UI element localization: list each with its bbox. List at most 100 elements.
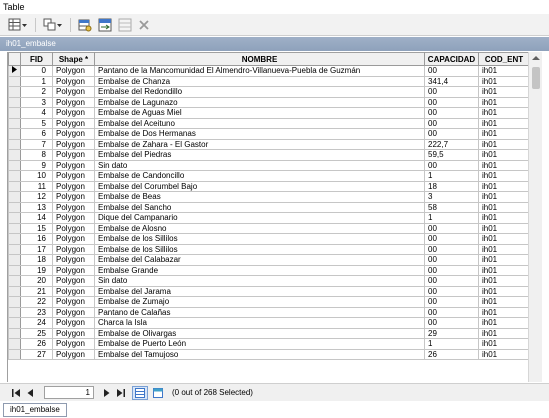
column-header-capacidad[interactable]: CAPACIDAD (424, 52, 479, 66)
cell-nombre[interactable]: Embalse del Calabazar (94, 254, 425, 266)
table-row[interactable]: 3 Polygon Embalse de Lagunazo 00 ih01 (8, 96, 528, 108)
cell-shape[interactable]: Polygon (52, 317, 95, 329)
cell-cod-ent[interactable]: ih01 (478, 180, 528, 192)
cell-fid[interactable]: 17 (20, 243, 53, 255)
vertical-scrollbar[interactable] (528, 52, 542, 382)
row-selector[interactable] (8, 191, 21, 203)
column-header-cod-ent[interactable]: COD_ENT (478, 52, 528, 66)
table-row[interactable]: 21 Polygon Embalse del Jarama 00 ih01 (8, 285, 528, 297)
cell-cod-ent[interactable]: ih01 (478, 65, 528, 77)
cell-nombre[interactable]: Embalse de Zahara - El Gastor (94, 138, 425, 150)
row-selector[interactable] (8, 327, 21, 339)
first-record-icon[interactable] (10, 386, 22, 400)
cell-fid[interactable]: 18 (20, 254, 53, 266)
cell-fid[interactable]: 12 (20, 191, 53, 203)
cell-shape[interactable]: Polygon (52, 86, 95, 98)
cell-capacidad[interactable]: 00 (424, 96, 479, 108)
cell-capacidad[interactable]: 1 (424, 338, 479, 350)
cell-shape[interactable]: Polygon (52, 285, 95, 297)
table-row[interactable]: 10 Polygon Embalse de Candoncillo 1 ih01 (8, 170, 528, 182)
cell-shape[interactable]: Polygon (52, 275, 95, 287)
table-tab-header[interactable]: ih01_embalse (0, 37, 549, 51)
cell-cod-ent[interactable]: ih01 (478, 275, 528, 287)
cell-fid[interactable]: 3 (20, 96, 53, 108)
row-selector[interactable] (8, 317, 21, 329)
cell-shape[interactable]: Polygon (52, 170, 95, 182)
cell-capacidad[interactable]: 00 (424, 264, 479, 276)
cell-fid[interactable]: 6 (20, 128, 53, 140)
cell-capacidad[interactable]: 00 (424, 128, 479, 140)
select-by-attributes-icon[interactable] (76, 17, 94, 33)
cell-shape[interactable]: Polygon (52, 107, 95, 119)
cell-capacidad[interactable]: 00 (424, 275, 479, 287)
cell-shape[interactable]: Polygon (52, 254, 95, 266)
cell-capacidad[interactable]: 00 (424, 306, 479, 318)
cell-nombre[interactable]: Embalse del Corumbel Bajo (94, 180, 425, 192)
cell-cod-ent[interactable]: ih01 (478, 296, 528, 308)
table-row[interactable]: 17 Polygon Embalse de los Sillilos 00 ih01 (8, 243, 528, 255)
cell-nombre[interactable]: Embalse de los Sillilos (94, 233, 425, 245)
cell-nombre[interactable]: Sin dato (94, 159, 425, 171)
row-selector[interactable] (8, 86, 21, 98)
table-row[interactable]: 11 Polygon Embalse del Corumbel Bajo 18 ih01 (8, 180, 528, 192)
cell-capacidad[interactable]: 00 (424, 107, 479, 119)
table-row[interactable]: 5 Polygon Embalse del Aceituno 00 ih01 (8, 117, 528, 129)
table-row[interactable]: 2 Polygon Embalse del Redondillo 00 ih01 (8, 86, 528, 98)
related-tables-icon[interactable] (41, 17, 65, 33)
cell-fid[interactable]: 9 (20, 159, 53, 171)
cell-capacidad[interactable]: 00 (424, 254, 479, 266)
cell-shape[interactable]: Polygon (52, 191, 95, 203)
next-record-icon[interactable] (100, 386, 112, 400)
cell-nombre[interactable]: Pantano de Calañas (94, 306, 425, 318)
scrollbar-thumb[interactable] (532, 67, 540, 89)
cell-nombre[interactable]: Embalse de Olivargas (94, 327, 425, 339)
cell-cod-ent[interactable]: ih01 (478, 170, 528, 182)
cell-capacidad[interactable]: 222,7 (424, 138, 479, 150)
cell-fid[interactable]: 25 (20, 327, 53, 339)
clear-selection-icon[interactable] (116, 17, 134, 33)
cell-shape[interactable]: Polygon (52, 149, 95, 161)
row-selector[interactable] (8, 170, 21, 182)
table-row[interactable]: 4 Polygon Embalse de Aguas Miel 00 ih01 (8, 107, 528, 119)
cell-fid[interactable]: 21 (20, 285, 53, 297)
cell-cod-ent[interactable]: ih01 (478, 264, 528, 276)
row-selector[interactable] (8, 243, 21, 255)
row-selector[interactable] (8, 138, 21, 150)
cell-capacidad[interactable]: 1 (424, 212, 479, 224)
cell-fid[interactable]: 5 (20, 117, 53, 129)
cell-capacidad[interactable]: 26 (424, 348, 479, 360)
cell-nombre[interactable]: Embalse del Jarama (94, 285, 425, 297)
cell-nombre[interactable]: Embalse del Tamujoso (94, 348, 425, 360)
cell-cod-ent[interactable]: ih01 (478, 327, 528, 339)
cell-shape[interactable]: Polygon (52, 222, 95, 234)
table-row[interactable]: 1 Polygon Embalse de Chanza 341,4 ih01 (8, 75, 528, 87)
cell-shape[interactable]: Polygon (52, 75, 95, 87)
table-row[interactable]: 25 Polygon Embalse de Olivargas 29 ih01 (8, 327, 528, 339)
cell-capacidad[interactable]: 00 (424, 285, 479, 297)
cell-cod-ent[interactable]: ih01 (478, 222, 528, 234)
row-selector[interactable] (8, 117, 21, 129)
last-record-icon[interactable] (114, 386, 126, 400)
cell-capacidad[interactable]: 00 (424, 222, 479, 234)
cell-capacidad[interactable]: 00 (424, 159, 479, 171)
row-selector[interactable] (8, 149, 21, 161)
cell-fid[interactable]: 4 (20, 107, 53, 119)
cell-fid[interactable]: 24 (20, 317, 53, 329)
cell-capacidad[interactable]: 341,4 (424, 75, 479, 87)
table-row[interactable]: 16 Polygon Embalse de los Sillilos 00 ih01 (8, 233, 528, 245)
cell-cod-ent[interactable]: ih01 (478, 159, 528, 171)
cell-capacidad[interactable]: 00 (424, 296, 479, 308)
row-selector[interactable] (8, 128, 21, 140)
cell-nombre[interactable]: Embalse de Puerto León (94, 338, 425, 350)
table-row[interactable]: 19 Polygon Embalse Grande 00 ih01 (8, 264, 528, 276)
table-row[interactable]: 7 Polygon Embalse de Zahara - El Gastor 222… (8, 138, 528, 150)
cell-cod-ent[interactable]: ih01 (478, 254, 528, 266)
row-selector[interactable] (8, 107, 21, 119)
scroll-up-icon[interactable] (529, 52, 543, 64)
cell-cod-ent[interactable]: ih01 (478, 191, 528, 203)
cell-capacidad[interactable]: 00 (424, 243, 479, 255)
cell-shape[interactable]: Polygon (52, 159, 95, 171)
cell-capacidad[interactable]: 29 (424, 327, 479, 339)
cell-fid[interactable]: 7 (20, 138, 53, 150)
cell-cod-ent[interactable]: ih01 (478, 233, 528, 245)
